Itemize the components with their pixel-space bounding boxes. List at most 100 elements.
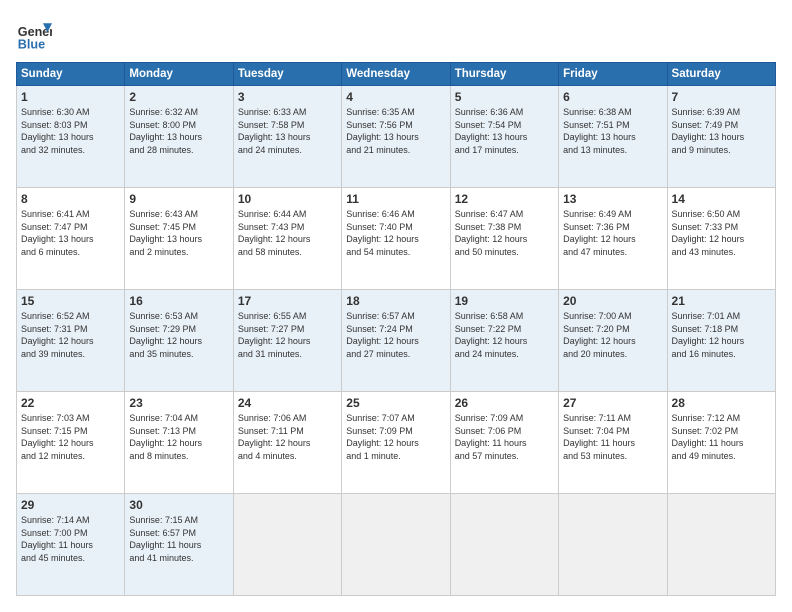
weekday-header-monday: Monday	[125, 63, 233, 86]
logo: General Blue	[16, 16, 52, 52]
day-cell-19: 19 Sunrise: 6:58 AM Sunset: 7:22 PM Dayli…	[450, 290, 558, 392]
empty-cell	[233, 494, 341, 596]
day-info: Sunrise: 7:12 AM Sunset: 7:02 PM Dayligh…	[672, 412, 771, 462]
calendar-week-4: 29Sunrise: 7:14 AM Sunset: 7:00 PM Dayli…	[17, 494, 776, 596]
day-number: 11	[346, 192, 445, 206]
day-number: 20	[563, 294, 662, 308]
day-number: 12	[455, 192, 554, 206]
day-number: 17	[238, 294, 337, 308]
day-info: Sunrise: 7:09 AM Sunset: 7:06 PM Dayligh…	[455, 412, 554, 462]
day-number: 26	[455, 396, 554, 410]
day-cell-18: 18 Sunrise: 6:57 AM Sunset: 7:24 PM Dayli…	[342, 290, 450, 392]
day-number: 1	[21, 90, 120, 104]
svg-text:Blue: Blue	[18, 37, 45, 51]
day-info: Sunrise: 6:55 AM Sunset: 7:27 PM Dayligh…	[238, 310, 337, 360]
day-number: 8	[21, 192, 120, 206]
day-cell-6: 6 Sunrise: 6:38 AM Sunset: 7:51 PM Daylig…	[559, 86, 667, 188]
day-info: Sunrise: 6:44 AM Sunset: 7:43 PM Dayligh…	[238, 208, 337, 258]
day-cell-24: 24 Sunrise: 7:06 AM Sunset: 7:11 PM Dayli…	[233, 392, 341, 494]
day-number: 13	[563, 192, 662, 206]
day-number: 18	[346, 294, 445, 308]
day-number: 25	[346, 396, 445, 410]
day-info: Sunrise: 7:15 AM Sunset: 6:57 PM Dayligh…	[129, 514, 228, 564]
day-info: Sunrise: 6:36 AM Sunset: 7:54 PM Dayligh…	[455, 106, 554, 156]
day-info: Sunrise: 6:43 AM Sunset: 7:45 PM Dayligh…	[129, 208, 228, 258]
calendar-table: SundayMondayTuesdayWednesdayThursdayFrid…	[16, 62, 776, 596]
day-info: Sunrise: 6:38 AM Sunset: 7:51 PM Dayligh…	[563, 106, 662, 156]
day-info: Sunrise: 6:47 AM Sunset: 7:38 PM Dayligh…	[455, 208, 554, 258]
day-cell-16: 16 Sunrise: 6:53 AM Sunset: 7:29 PM Dayli…	[125, 290, 233, 392]
empty-cell	[667, 494, 775, 596]
day-number: 16	[129, 294, 228, 308]
day-cell-8: 8 Sunrise: 6:41 AM Sunset: 7:47 PM Daylig…	[17, 188, 125, 290]
calendar-week-1: 8 Sunrise: 6:41 AM Sunset: 7:47 PM Daylig…	[17, 188, 776, 290]
day-number: 28	[672, 396, 771, 410]
day-number: 19	[455, 294, 554, 308]
day-number: 15	[21, 294, 120, 308]
day-cell-11: 11Sunrise: 6:46 AM Sunset: 7:40 PM Dayli…	[342, 188, 450, 290]
day-info: Sunrise: 6:49 AM Sunset: 7:36 PM Dayligh…	[563, 208, 662, 258]
day-number: 9	[129, 192, 228, 206]
weekday-header-wednesday: Wednesday	[342, 63, 450, 86]
day-number: 30	[129, 498, 228, 512]
day-cell-26: 26 Sunrise: 7:09 AM Sunset: 7:06 PM Dayli…	[450, 392, 558, 494]
day-info: Sunrise: 6:30 AM Sunset: 8:03 PM Dayligh…	[21, 106, 120, 156]
day-cell-14: 14 Sunrise: 6:50 AM Sunset: 7:33 PM Dayli…	[667, 188, 775, 290]
day-cell-29: 29Sunrise: 7:14 AM Sunset: 7:00 PM Dayli…	[17, 494, 125, 596]
weekday-header-thursday: Thursday	[450, 63, 558, 86]
day-cell-17: 17 Sunrise: 6:55 AM Sunset: 7:27 PM Dayli…	[233, 290, 341, 392]
day-cell-1: 1 Sunrise: 6:30 AM Sunset: 8:03 PM Daylig…	[17, 86, 125, 188]
calendar-week-3: 22Sunrise: 7:03 AM Sunset: 7:15 PM Dayli…	[17, 392, 776, 494]
day-cell-15: 15 Sunrise: 6:52 AM Sunset: 7:31 PM Dayli…	[17, 290, 125, 392]
day-info: Sunrise: 7:14 AM Sunset: 7:00 PM Dayligh…	[21, 514, 120, 564]
day-info: Sunrise: 7:07 AM Sunset: 7:09 PM Dayligh…	[346, 412, 445, 462]
day-cell-25: 25 Sunrise: 7:07 AM Sunset: 7:09 PM Dayli…	[342, 392, 450, 494]
day-info: Sunrise: 7:11 AM Sunset: 7:04 PM Dayligh…	[563, 412, 662, 462]
day-number: 3	[238, 90, 337, 104]
day-number: 14	[672, 192, 771, 206]
day-info: Sunrise: 6:39 AM Sunset: 7:49 PM Dayligh…	[672, 106, 771, 156]
empty-cell	[450, 494, 558, 596]
day-cell-13: 13 Sunrise: 6:49 AM Sunset: 7:36 PM Dayli…	[559, 188, 667, 290]
day-info: Sunrise: 7:04 AM Sunset: 7:13 PM Dayligh…	[129, 412, 228, 462]
day-cell-9: 9 Sunrise: 6:43 AM Sunset: 7:45 PM Daylig…	[125, 188, 233, 290]
day-cell-22: 22Sunrise: 7:03 AM Sunset: 7:15 PM Dayli…	[17, 392, 125, 494]
day-number: 23	[129, 396, 228, 410]
day-info: Sunrise: 7:00 AM Sunset: 7:20 PM Dayligh…	[563, 310, 662, 360]
day-info: Sunrise: 6:58 AM Sunset: 7:22 PM Dayligh…	[455, 310, 554, 360]
day-info: Sunrise: 7:06 AM Sunset: 7:11 PM Dayligh…	[238, 412, 337, 462]
day-number: 5	[455, 90, 554, 104]
logo-icon: General Blue	[16, 16, 52, 52]
day-cell-28: 28 Sunrise: 7:12 AM Sunset: 7:02 PM Dayli…	[667, 392, 775, 494]
day-cell-12: 12 Sunrise: 6:47 AM Sunset: 7:38 PM Dayli…	[450, 188, 558, 290]
day-info: Sunrise: 6:32 AM Sunset: 8:00 PM Dayligh…	[129, 106, 228, 156]
day-info: Sunrise: 6:50 AM Sunset: 7:33 PM Dayligh…	[672, 208, 771, 258]
day-info: Sunrise: 6:35 AM Sunset: 7:56 PM Dayligh…	[346, 106, 445, 156]
day-number: 7	[672, 90, 771, 104]
day-cell-4: 4Sunrise: 6:35 AM Sunset: 7:56 PM Daylig…	[342, 86, 450, 188]
day-cell-27: 27 Sunrise: 7:11 AM Sunset: 7:04 PM Dayli…	[559, 392, 667, 494]
day-info: Sunrise: 6:41 AM Sunset: 7:47 PM Dayligh…	[21, 208, 120, 258]
day-number: 6	[563, 90, 662, 104]
day-info: Sunrise: 6:53 AM Sunset: 7:29 PM Dayligh…	[129, 310, 228, 360]
day-number: 2	[129, 90, 228, 104]
day-info: Sunrise: 6:52 AM Sunset: 7:31 PM Dayligh…	[21, 310, 120, 360]
day-cell-7: 7 Sunrise: 6:39 AM Sunset: 7:49 PM Daylig…	[667, 86, 775, 188]
empty-cell	[342, 494, 450, 596]
day-cell-2: 2 Sunrise: 6:32 AM Sunset: 8:00 PM Daylig…	[125, 86, 233, 188]
day-number: 21	[672, 294, 771, 308]
weekday-header-saturday: Saturday	[667, 63, 775, 86]
calendar-week-2: 15 Sunrise: 6:52 AM Sunset: 7:31 PM Dayli…	[17, 290, 776, 392]
empty-cell	[559, 494, 667, 596]
day-info: Sunrise: 6:57 AM Sunset: 7:24 PM Dayligh…	[346, 310, 445, 360]
day-cell-20: 20 Sunrise: 7:00 AM Sunset: 7:20 PM Dayli…	[559, 290, 667, 392]
day-number: 27	[563, 396, 662, 410]
day-info: Sunrise: 7:01 AM Sunset: 7:18 PM Dayligh…	[672, 310, 771, 360]
day-number: 24	[238, 396, 337, 410]
day-cell-21: 21 Sunrise: 7:01 AM Sunset: 7:18 PM Dayli…	[667, 290, 775, 392]
day-info: Sunrise: 6:33 AM Sunset: 7:58 PM Dayligh…	[238, 106, 337, 156]
day-number: 22	[21, 396, 120, 410]
day-cell-3: 3 Sunrise: 6:33 AM Sunset: 7:58 PM Daylig…	[233, 86, 341, 188]
day-cell-10: 10Sunrise: 6:44 AM Sunset: 7:43 PM Dayli…	[233, 188, 341, 290]
day-cell-23: 23 Sunrise: 7:04 AM Sunset: 7:13 PM Dayli…	[125, 392, 233, 494]
